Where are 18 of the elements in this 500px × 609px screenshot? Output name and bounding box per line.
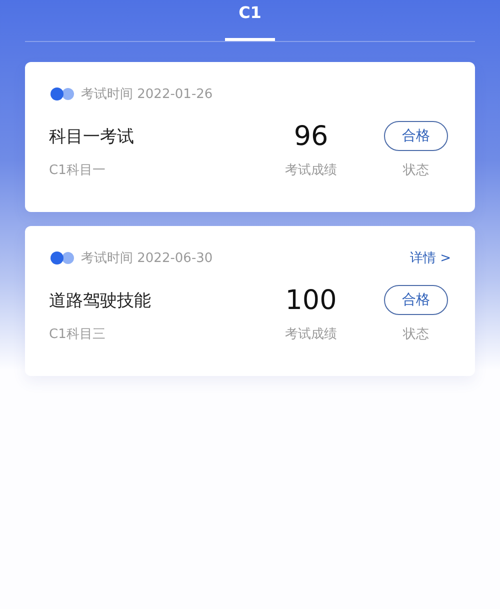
details-link[interactable]: 详情 >	[410, 249, 451, 267]
status-label: 状态	[402, 162, 430, 179]
exam-score: 96	[292, 120, 330, 152]
exam-title: 科目一考试	[49, 126, 135, 148]
dots-icon	[49, 251, 75, 265]
score-label: 考试成绩	[284, 162, 338, 179]
exam-date: 考试时间 2022-01-26	[81, 86, 213, 103]
exam-subject: C1科目一	[49, 162, 106, 179]
exam-score: 100	[284, 284, 338, 316]
score-label: 考试成绩	[284, 326, 338, 343]
dots-icon	[49, 87, 75, 101]
tab[interactable]: C1	[225, 0, 275, 41]
status-badge: 合格	[384, 121, 448, 151]
exam-title: 道路驾驶技能	[49, 290, 152, 312]
status-label: 状态	[402, 326, 430, 343]
status-badge: 合格	[384, 285, 448, 315]
exam-date: 考试时间 2022-06-30	[81, 250, 213, 267]
exam-subject: C1科目三	[49, 326, 106, 343]
